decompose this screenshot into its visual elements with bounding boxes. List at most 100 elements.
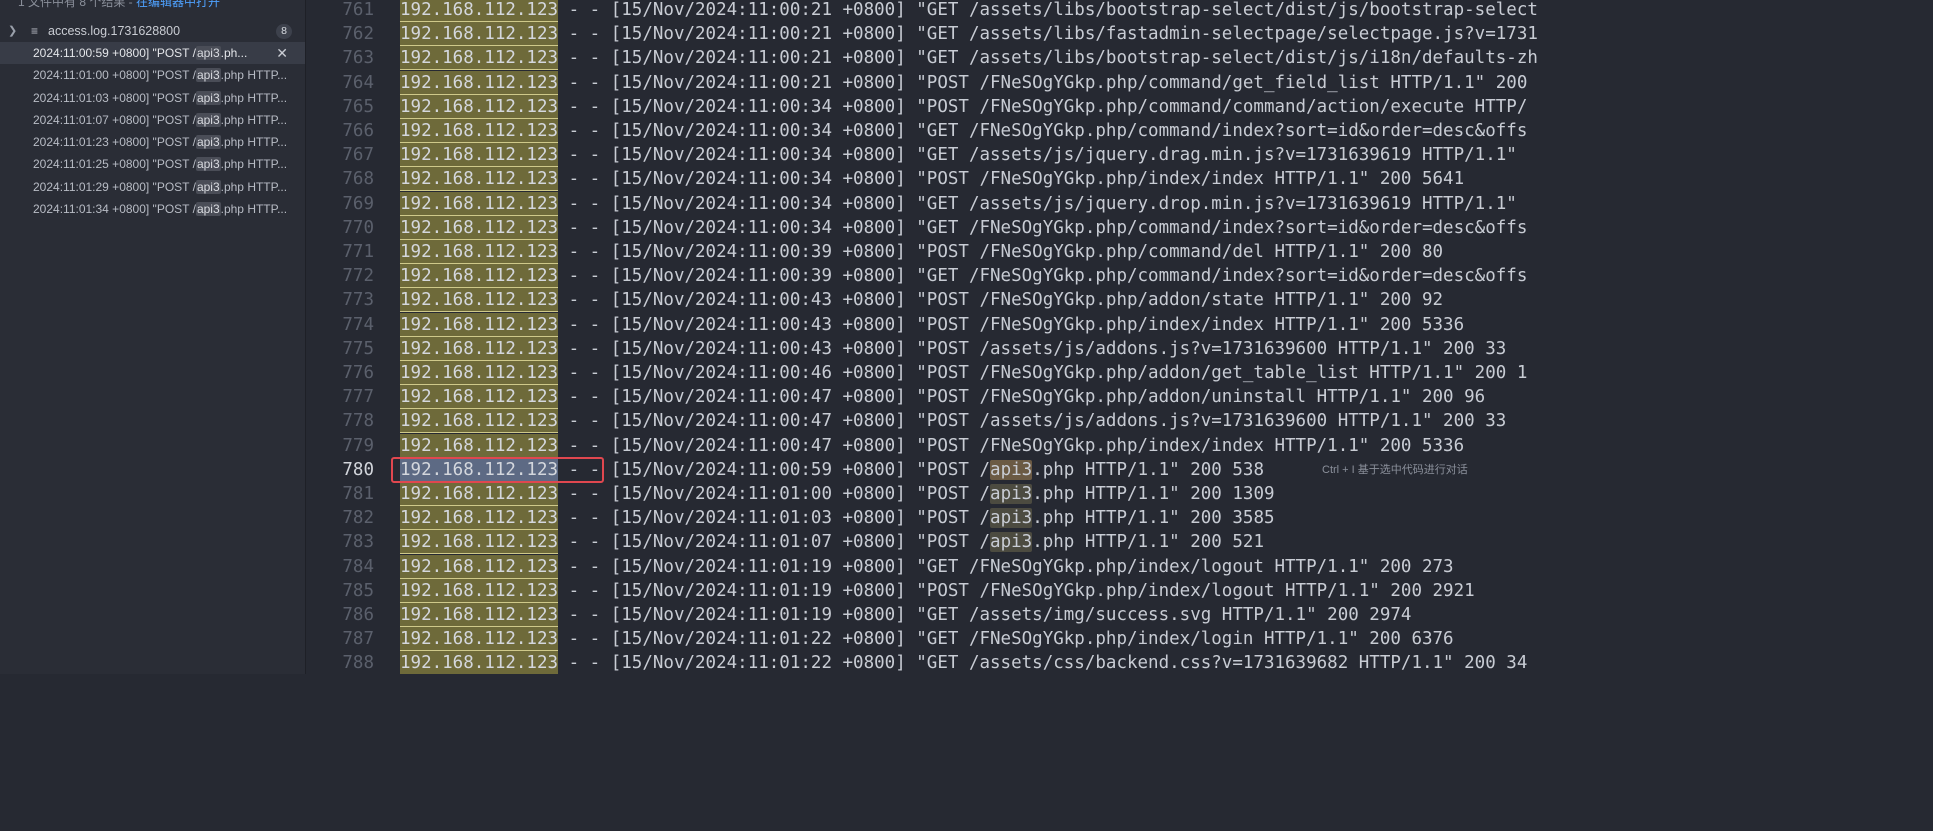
search-result-text: 2024:11:00:59 +0800] "POST /api3.ph... [33, 42, 247, 64]
ip-match-highlight: 192.168.112.123 [400, 554, 559, 579]
line-content: 192.168.112.123 - - [15/Nov/2024:11:01:1… [400, 554, 1454, 579]
line-number: 778 [342, 411, 374, 432]
search-summary: 1 文件中有 8 个结果 - 在编辑器中打开 [18, 0, 220, 11]
code-line: 784 192.168.112.123 - - [15/Nov/2024:11:0… [306, 554, 1568, 579]
search-result-item[interactable]: 2024:11:01:34 +0800] "POST /api3.php HTT… [0, 198, 305, 220]
ip-match-highlight: 192.168.112.123 [400, 336, 559, 361]
ip-match-highlight: 192.168.112.123 [400, 215, 559, 240]
line-content: 192.168.112.123 - - [15/Nov/2024:11:00:3… [400, 264, 1527, 289]
log-text: - - [15/Nov/2024:11:00:47 +0800] "POST /… [558, 387, 1486, 408]
result-text-before: 2024:11:01:00 +0800] "POST / [33, 68, 196, 83]
line-number: 788 [342, 653, 374, 674]
log-text: - - [15/Nov/2024:11:00:43 +0800] "POST /… [558, 290, 1444, 311]
log-text: - - [15/Nov/2024:11:00:21 +0800] "POST /… [558, 72, 1528, 93]
code-line: 782 192.168.112.123 - - [15/Nov/2024:11:0… [306, 506, 1568, 531]
log-text-tail: .php HTTP/1.1" 200 521 [1032, 532, 1264, 553]
result-match-highlight: api3 [195, 90, 221, 105]
log-text: - - [15/Nov/2024:11:00:47 +0800] "POST /… [558, 435, 1465, 456]
result-file-row[interactable]: ❯ ≡ access.log.1731628800 8 [0, 21, 305, 42]
line-content: 192.168.112.123 - - [15/Nov/2024:11:00:4… [400, 433, 1465, 458]
ip-match-highlight: 192.168.112.123 [400, 94, 559, 119]
search-result-item[interactable]: 2024:11:01:03 +0800] "POST /api3.php HTT… [0, 87, 305, 109]
result-count-badge: 8 [276, 24, 292, 39]
ip-match-highlight: 192.168.112.123 [400, 70, 559, 95]
log-text: - - [15/Nov/2024:11:00:59 +0800] "POST / [558, 459, 991, 480]
line-number: 769 [342, 193, 374, 214]
code-line: 777 192.168.112.123 - - [15/Nov/2024:11:0… [306, 385, 1568, 410]
line-number: 766 [342, 121, 374, 141]
result-match-highlight: api3 [195, 112, 221, 127]
line-content: 192.168.112.123 - - [15/Nov/2024:11:00:2… [400, 0, 1538, 22]
code-line: 774 192.168.112.123 - - [15/Nov/2024:11:0… [306, 312, 1568, 337]
search-result-item[interactable]: 2024:11:00:59 +0800] "POST /api3.ph... ✕ [0, 42, 305, 65]
result-list: 2024:11:00:59 +0800] "POST /api3.ph... ✕ 2… [0, 42, 305, 220]
line-number: 762 [342, 24, 374, 45]
file-lines-icon: ≡ [31, 24, 39, 38]
code-line: 785 192.168.112.123 - - [15/Nov/2024:11:0… [306, 578, 1568, 603]
result-match-highlight: api3 [195, 46, 221, 60]
line-content: 192.168.112.123 - - [15/Nov/2024:11:00:4… [400, 312, 1464, 337]
line-content: 192.168.112.123 - - [15/Nov/2024:11:00:2… [400, 22, 1538, 47]
search-result-item[interactable]: 2024:11:01:25 +0800] "POST /api3.php HTT… [0, 153, 305, 175]
result-text-before: 2024:11:01:03 +0800] "POST / [33, 90, 196, 105]
line-content: 192.168.112.123 - - [15/Nov/2024:11:00:3… [400, 167, 1465, 192]
result-text-after: .php HTTP... [220, 202, 288, 217]
ip-match-highlight: 192.168.112.123 [400, 240, 559, 264]
open-in-editor-link[interactable]: 在编辑器中打开 [136, 0, 220, 9]
search-result-text: 2024:11:01:25 +0800] "POST /api3.php HTT… [33, 153, 287, 175]
line-number: 770 [342, 217, 374, 238]
search-result-item[interactable]: 2024:11:01:29 +0800] "POST /api3.php HTT… [0, 176, 305, 198]
ip-match-highlight: 192.168.112.123 [400, 0, 559, 22]
chevron-down-icon[interactable]: ❯ [8, 21, 22, 42]
line-content: 192.168.112.123 - - [15/Nov/2024:11:01:1… [400, 603, 1411, 627]
log-text: - - [15/Nov/2024:11:00:34 +0800] "POST /… [558, 169, 1465, 190]
result-text-before: 2024:11:01:29 +0800] "POST / [33, 179, 196, 194]
search-summary-text: 1 文件中有 8 个结果 - [18, 0, 137, 9]
ip-match-highlight: 192.168.112.123 [400, 167, 559, 192]
ip-match-highlight: 192.168.112.123 [400, 46, 559, 71]
code-line: 768 192.168.112.123 - - [15/Nov/2024:11:0… [306, 167, 1568, 192]
code-editor[interactable]: 761 192.168.112.123 - - [15/Nov/2024:11:0… [306, 0, 1568, 674]
keyword-match-highlight: api3 [990, 532, 1033, 553]
ip-match-highlight: 192.168.112.123 [400, 264, 559, 289]
search-result-item[interactable]: 2024:11:01:07 +0800] "POST /api3.php HTT… [0, 109, 305, 131]
ip-match-highlight: 192.168.112.123 [400, 603, 559, 627]
line-content: 192.168.112.123 - - [15/Nov/2024:11:01:2… [400, 627, 1454, 652]
search-results-panel: 1 文件中有 8 个结果 - 在编辑器中打开 ❯ ≡ access.log.17… [0, 0, 306, 674]
result-text-before: 2024:11:01:07 +0800] "POST / [33, 112, 196, 127]
result-match-highlight: api3 [195, 68, 221, 83]
log-text: - - [15/Nov/2024:11:01:19 +0800] "GET /a… [558, 605, 1412, 625]
line-content: 192.168.112.123 - - [15/Nov/2024:11:00:3… [400, 119, 1527, 143]
line-content: 192.168.112.123 - - [15/Nov/2024:11:00:3… [400, 191, 1517, 216]
line-content: 192.168.112.123 - - [15/Nov/2024:11:00:4… [400, 361, 1527, 385]
result-match-highlight: api3 [195, 135, 221, 150]
search-result-item[interactable]: 2024:11:01:23 +0800] "POST /api3.php HTT… [0, 131, 305, 153]
line-content: 192.168.112.123 - - [15/Nov/2024:11:01:0… [400, 530, 1264, 555]
log-text: - - [15/Nov/2024:11:01:19 +0800] "GET /F… [558, 556, 1454, 577]
search-result-item[interactable]: 2024:11:01:00 +0800] "POST /api3.php HTT… [0, 64, 305, 86]
line-number: 780 [342, 459, 374, 480]
line-content: 192.168.112.123 - - [15/Nov/2024:11:00:3… [400, 143, 1517, 168]
line-number: 781 [342, 484, 374, 504]
line-content: 192.168.112.123 - - [15/Nov/2024:11:00:4… [400, 385, 1486, 410]
search-result-text: 2024:11:01:29 +0800] "POST /api3.php HTT… [33, 176, 287, 198]
line-number: 776 [342, 363, 374, 383]
line-content: 192.168.112.123 - - [15/Nov/2024:11:01:2… [400, 651, 1527, 674]
log-text: - - [15/Nov/2024:11:01:07 +0800] "POST / [558, 532, 991, 553]
result-text-after: .php HTTP... [220, 179, 288, 194]
code-line: 762 192.168.112.123 - - [15/Nov/2024:11:0… [306, 22, 1568, 47]
ip-match-highlight: 192.168.112.123 [400, 119, 559, 143]
log-text: - - [15/Nov/2024:11:00:21 +0800] "GET /a… [558, 0, 1538, 20]
code-line: 778 192.168.112.123 - - [15/Nov/2024:11:0… [306, 409, 1568, 434]
ip-match-highlight: 192.168.112.123 [400, 433, 559, 458]
code-line: 763 192.168.112.123 - - [15/Nov/2024:11:0… [306, 46, 1568, 71]
result-match-highlight: api3 [195, 202, 221, 217]
log-text: - - [15/Nov/2024:11:00:39 +0800] "POST /… [558, 242, 1444, 262]
log-text: - - [15/Nov/2024:11:00:34 +0800] "GET /a… [558, 145, 1517, 166]
line-content: 192.168.112.123 - - [15/Nov/2024:11:00:4… [400, 336, 1506, 361]
ip-match-highlight: 192.168.112.123 [400, 143, 559, 168]
ip-match-highlight: 192.168.112.123 [400, 506, 559, 531]
dismiss-result-icon[interactable]: ✕ [276, 42, 288, 64]
log-text-tail: .php HTTP/1.1" 200 3585 [1032, 508, 1275, 529]
keyword-match-highlight: api3 [990, 508, 1033, 529]
